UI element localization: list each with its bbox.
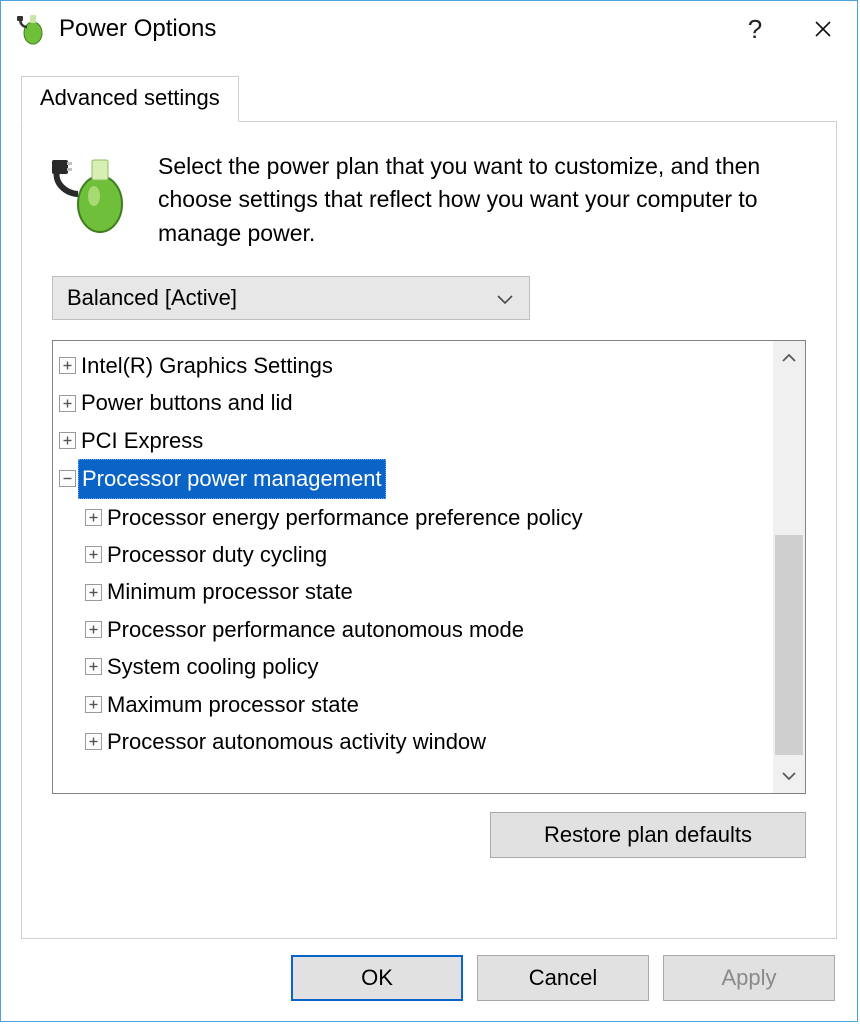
tree-viewport: Intel(R) Graphics SettingsPower buttons … — [53, 341, 773, 793]
cancel-button[interactable]: Cancel — [477, 955, 649, 1001]
tree-item[interactable]: Intel(R) Graphics Settings — [57, 347, 769, 384]
titlebar: Power Options ? — [1, 1, 857, 57]
tree-item[interactable]: Processor performance autonomous mode — [57, 611, 769, 648]
apply-button[interactable]: Apply — [663, 955, 835, 1001]
chevron-down-icon — [782, 771, 796, 781]
expand-icon[interactable] — [85, 621, 102, 638]
tree-item-label: Processor power management — [78, 459, 386, 498]
expand-icon[interactable] — [85, 546, 102, 563]
tab-strip: Advanced settings — [21, 75, 837, 121]
restore-row: Restore plan defaults — [52, 812, 806, 858]
tree-item[interactable]: Maximum processor state — [57, 686, 769, 723]
intro-text: Select the power plan that you want to c… — [158, 150, 806, 250]
tree-item-label: Processor performance autonomous mode — [104, 611, 527, 648]
restore-plan-defaults-button[interactable]: Restore plan defaults — [490, 812, 806, 858]
tab-advanced-settings[interactable]: Advanced settings — [21, 76, 239, 122]
tree-item-label: Processor duty cycling — [104, 536, 330, 573]
chevron-up-icon — [782, 353, 796, 363]
battery-plug-icon — [52, 154, 134, 236]
tree-item[interactable]: Processor duty cycling — [57, 536, 769, 573]
expand-icon[interactable] — [85, 733, 102, 750]
close-button[interactable] — [789, 1, 857, 57]
intro-row: Select the power plan that you want to c… — [52, 150, 806, 250]
ok-button[interactable]: OK — [291, 955, 463, 1001]
dialog-footer: OK Cancel Apply — [1, 955, 857, 1021]
expand-icon[interactable] — [59, 395, 76, 412]
collapse-icon[interactable] — [59, 470, 76, 487]
tree-item[interactable]: Processor autonomous activity window — [57, 723, 769, 760]
tree-item-label: Power buttons and lid — [78, 384, 296, 421]
window-title: Power Options — [59, 15, 721, 43]
tree-item-label: Intel(R) Graphics Settings — [78, 347, 336, 384]
close-icon — [814, 20, 832, 38]
power-plan-dropdown[interactable]: Balanced [Active] — [52, 276, 530, 320]
tree-item[interactable]: Power buttons and lid — [57, 384, 769, 421]
scroll-up-button[interactable] — [773, 341, 805, 375]
tree-item-label: Minimum processor state — [104, 573, 356, 610]
settings-tree: Intel(R) Graphics SettingsPower buttons … — [52, 340, 806, 794]
tree-item[interactable]: Processor power management — [57, 459, 769, 498]
tree-item-label: Processor autonomous activity window — [104, 723, 489, 760]
expand-icon[interactable] — [59, 432, 76, 449]
chevron-down-icon — [497, 285, 513, 311]
scroll-thumb[interactable] — [775, 535, 803, 755]
tree-item-label: PCI Express — [78, 422, 206, 459]
scroll-track[interactable] — [773, 375, 805, 759]
tree-item[interactable]: Processor energy performance preference … — [57, 499, 769, 536]
expand-icon[interactable] — [85, 696, 102, 713]
tree-item-label: Maximum processor state — [104, 686, 362, 723]
expand-icon[interactable] — [85, 584, 102, 601]
expand-icon[interactable] — [85, 658, 102, 675]
client-area: Advanced settings Select the — [1, 57, 857, 955]
tree-item-label: System cooling policy — [104, 648, 322, 685]
power-options-dialog: Power Options ? Advanced settings — [0, 0, 858, 1022]
tab-panel: Select the power plan that you want to c… — [21, 121, 837, 939]
power-options-icon — [17, 13, 49, 45]
expand-icon[interactable] — [59, 357, 76, 374]
tree-item[interactable]: Minimum processor state — [57, 573, 769, 610]
scroll-down-button[interactable] — [773, 759, 805, 793]
tree-item[interactable]: System cooling policy — [57, 648, 769, 685]
expand-icon[interactable] — [85, 509, 102, 526]
vertical-scrollbar[interactable] — [773, 341, 805, 793]
help-button[interactable]: ? — [721, 1, 789, 57]
tree-item-label: Processor energy performance preference … — [104, 499, 586, 536]
power-plan-selected: Balanced [Active] — [67, 285, 237, 311]
tree-item[interactable]: PCI Express — [57, 422, 769, 459]
